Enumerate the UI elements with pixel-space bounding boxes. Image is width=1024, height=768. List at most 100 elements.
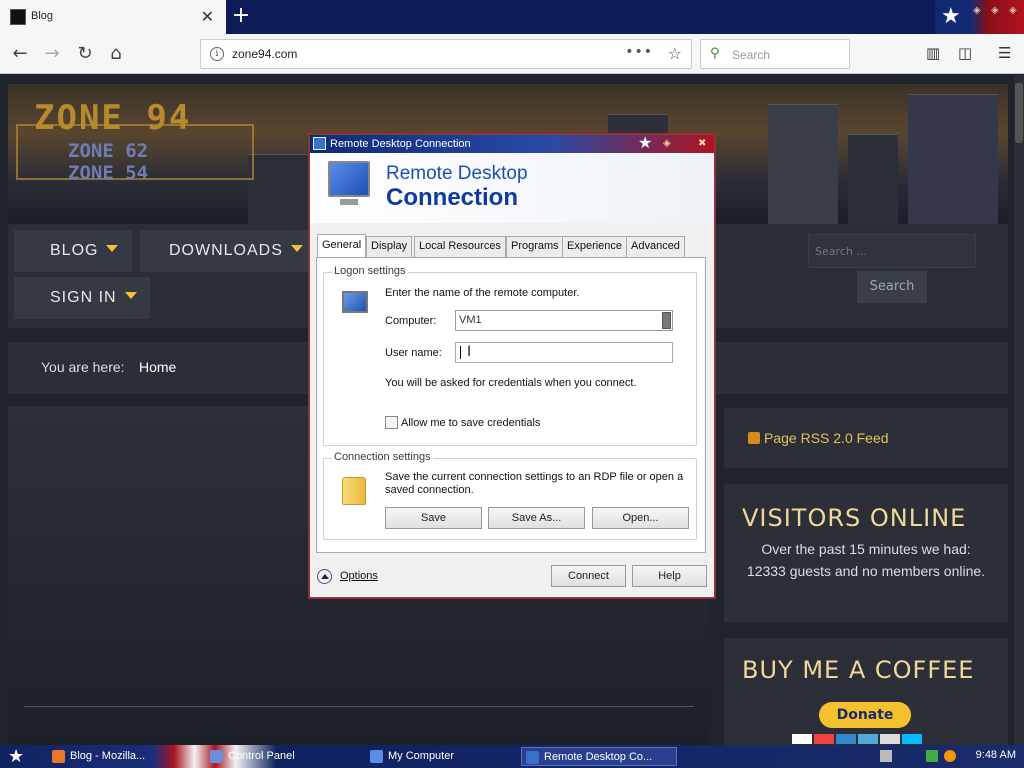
keyboard-icon[interactable]	[880, 750, 892, 762]
menu-sign-in-label: SIGN IN	[50, 289, 117, 306]
username-label: User name:	[385, 347, 442, 359]
banner-line2: Connection	[386, 184, 518, 211]
site-search-placeholder: Search ...	[815, 245, 867, 258]
tab-display[interactable]: Display	[366, 236, 413, 257]
control-panel-icon	[210, 750, 223, 763]
page-actions-icon[interactable]: •••	[625, 44, 653, 60]
back-button[interactable]: ←	[8, 42, 32, 66]
tab-title: Blog	[31, 10, 54, 22]
combo-dropdown-button[interactable]	[662, 312, 671, 329]
window-controls: ★ ◈ ◈ ◈	[935, 0, 1024, 34]
payment-cards	[792, 733, 924, 744]
computer-combobox[interactable]: VM1	[455, 310, 673, 331]
taskbar-item-firefox[interactable]: Blog - Mozilla...	[48, 747, 198, 766]
logo-subtitle-2: ZONE 54	[68, 162, 149, 184]
amex-icon	[858, 734, 878, 744]
clock[interactable]: 9:48 AM	[976, 749, 1016, 761]
coffee-heading: BUY ME A COFFEE	[742, 656, 975, 684]
tab-local-resources[interactable]: Local Resources	[414, 236, 506, 257]
divider	[24, 706, 694, 707]
dialog-title: Remote Desktop Connection	[330, 138, 471, 150]
taskbar-item-my-computer[interactable]: My Computer	[366, 747, 516, 766]
browser-search-placeholder: Search	[732, 48, 771, 62]
menu-downloads[interactable]: DOWNLOADS	[140, 230, 310, 272]
search-icon[interactable]	[944, 750, 956, 762]
page-scrollbar[interactable]	[1014, 75, 1024, 745]
dialog-minimize-button[interactable]: ◈	[663, 138, 671, 149]
donate-button[interactable]: Donate	[819, 702, 911, 728]
taskbar-item-label: Blog - Mozilla...	[70, 750, 146, 762]
maximize-button[interactable]: ◈	[991, 5, 999, 16]
site-search-input[interactable]: Search ...	[808, 234, 976, 268]
dialog-titlebar[interactable]: Remote Desktop Connection ★ ◈ ✖	[310, 133, 714, 153]
info-icon[interactable]: i	[210, 47, 224, 61]
menu-blog-label: BLOG	[50, 242, 99, 259]
menu-sign-in[interactable]: SIGN IN	[14, 277, 150, 319]
close-window-button[interactable]: ◈	[1009, 5, 1017, 16]
taskbar-item-label: My Computer	[388, 750, 455, 762]
connection-settings-group: Connection settings Save the current con…	[323, 451, 697, 540]
tab-strip: Blog ✕ + ★ ◈ ◈ ◈	[0, 0, 1024, 34]
browser-search-box[interactable]: ⚲ Search	[700, 39, 850, 69]
chevron-up-icon[interactable]	[317, 569, 332, 584]
taskbar-item-label: Control Panel	[228, 750, 295, 762]
new-tab-button[interactable]: +	[230, 3, 252, 28]
dialog-banner: Remote Desktop Connection	[310, 153, 714, 223]
site-logo[interactable]: ZONE 94	[34, 98, 191, 138]
coffee-card: BUY ME A COFFEE Donate	[724, 638, 1008, 745]
start-button[interactable]: ★	[8, 746, 24, 767]
bank-icon	[902, 734, 922, 744]
scroll-thumb[interactable]	[1015, 83, 1023, 143]
breadcrumb-home-link[interactable]: Home	[139, 359, 176, 375]
bookmark-star-icon[interactable]: ☆	[668, 44, 682, 63]
save-button[interactable]: Save	[385, 507, 482, 529]
url-text[interactable]: zone94.com	[232, 47, 297, 61]
tab-experience[interactable]: Experience	[562, 236, 628, 257]
favicon-icon	[10, 9, 26, 25]
options-label[interactable]: Options	[340, 570, 378, 582]
rdp-app-icon	[526, 751, 539, 764]
computer-icon	[342, 291, 368, 313]
visitors-text: Over the past 15 minutes we had: 12333 g…	[746, 541, 986, 579]
chevron-down-icon	[290, 245, 303, 252]
visitors-heading: VISITORS ONLINE	[742, 504, 967, 532]
network-icon[interactable]	[926, 750, 938, 762]
tab-blog[interactable]: Blog ✕	[0, 0, 226, 34]
menu-icon[interactable]: ☰	[998, 44, 1011, 62]
visa-icon	[792, 734, 812, 744]
dialog-close-button[interactable]: ✖	[698, 138, 706, 149]
help-button[interactable]: Help	[632, 565, 707, 587]
taskbar-item-rdp[interactable]: Remote Desktop Co...	[521, 747, 677, 766]
logon-intro: Enter the name of the remote computer.	[385, 287, 580, 299]
connection-text: Save the current connection settings to …	[385, 471, 684, 496]
taskbar-item-label: Remote Desktop Co...	[544, 751, 653, 763]
tab-programs[interactable]: Programs	[506, 236, 564, 257]
save-credentials-checkbox[interactable]	[385, 416, 398, 429]
save-as-button[interactable]: Save As...	[488, 507, 585, 529]
credentials-note: You will be asked for credentials when y…	[385, 377, 637, 389]
connect-button[interactable]: Connect	[551, 565, 626, 587]
reload-button[interactable]: ↻	[73, 42, 97, 66]
text-caret	[460, 346, 461, 359]
save-credentials-label[interactable]: Allow me to save credentials	[401, 417, 540, 429]
sidebar-icon[interactable]: ◫	[958, 44, 972, 62]
menu-downloads-label: DOWNLOADS	[169, 242, 283, 259]
open-button[interactable]: Open...	[592, 507, 689, 529]
tab-advanced[interactable]: Advanced	[626, 236, 685, 257]
folder-icon	[342, 477, 366, 505]
site-search-button[interactable]: Search	[857, 271, 927, 303]
close-tab-icon[interactable]: ✕	[201, 7, 214, 26]
minimize-button[interactable]: ◈	[973, 5, 981, 16]
maestro-icon	[836, 734, 856, 744]
url-bar[interactable]: i zone94.com ••• ☆	[200, 39, 692, 69]
taskbar-item-control-panel[interactable]: Control Panel	[206, 747, 356, 766]
rdp-app-icon	[313, 137, 326, 150]
home-button[interactable]: ⌂	[104, 42, 128, 66]
rss-icon	[748, 432, 760, 444]
rss-link[interactable]: Page RSS 2.0 Feed	[764, 430, 889, 446]
menu-blog[interactable]: BLOG	[14, 230, 132, 272]
username-input[interactable]: I	[455, 342, 673, 363]
library-icon[interactable]: ▥	[926, 44, 940, 62]
tab-general[interactable]: General	[317, 234, 367, 257]
forward-button[interactable]: →	[40, 42, 64, 66]
